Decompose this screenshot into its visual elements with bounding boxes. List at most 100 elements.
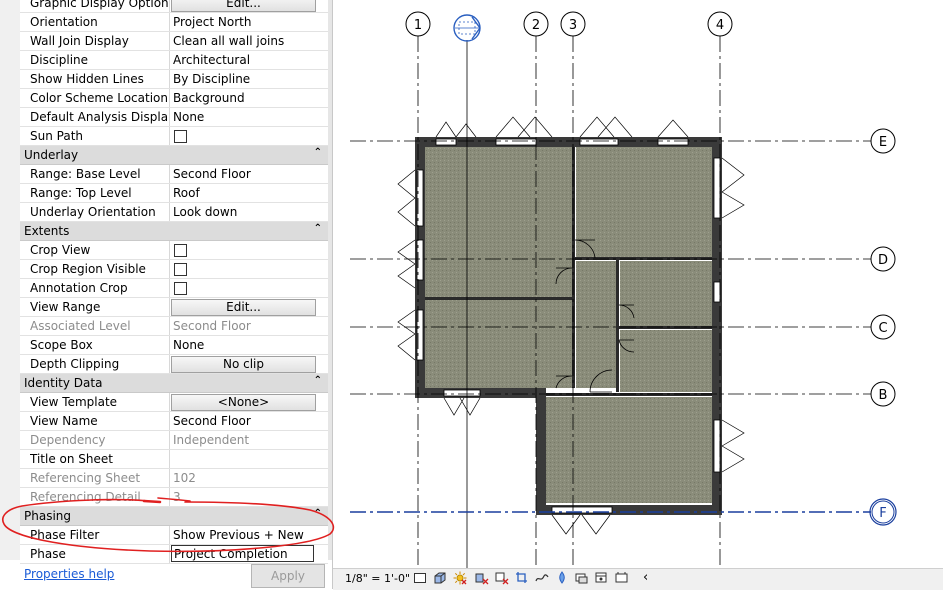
property-row-crop-view: Crop View xyxy=(20,241,328,260)
property-value-cell[interactable]: Clean all wall joins xyxy=(169,32,329,50)
property-value-cell[interactable]: Edit... xyxy=(169,298,329,316)
collapse-chevrons-icon[interactable]: ⌃ xyxy=(314,147,322,158)
group-header-identity-data[interactable]: Identity Data ⌃ xyxy=(20,374,328,393)
property-label: Crop Region Visible xyxy=(30,262,146,276)
graphic-display-options-button[interactable]: Edit... xyxy=(171,0,316,12)
property-value-cell[interactable]: Second Floor xyxy=(169,165,329,183)
property-value: None xyxy=(173,110,205,124)
property-row-title-on-sheet: Title on Sheet xyxy=(20,450,328,469)
property-row-view-name: View Name Second Floor xyxy=(20,412,328,431)
temporary-hide-icon[interactable] xyxy=(575,571,589,585)
property-row-scope-box: Scope Box None xyxy=(20,336,328,355)
property-row-sun-path: Sun Path xyxy=(20,127,328,146)
properties-help-link[interactable]: Properties help xyxy=(24,567,114,581)
grid-head-e[interactable]: E xyxy=(870,128,896,154)
visual-style-icon[interactable] xyxy=(433,571,447,585)
group-header-extents[interactable]: Extents ⌃ xyxy=(20,222,328,241)
grid-head-f[interactable]: F xyxy=(869,498,897,526)
property-value: 102 xyxy=(173,471,196,485)
collapse-chevrons-icon[interactable]: ⌃ xyxy=(314,223,322,234)
property-label: Dependency xyxy=(30,433,106,447)
grid-label-1: 1 xyxy=(414,18,422,33)
rendering-dialog-icon[interactable] xyxy=(495,571,509,585)
property-value-cell[interactable]: Second Floor xyxy=(169,412,329,430)
depth-clipping-button[interactable]: No clip xyxy=(171,356,316,373)
property-value-cell: Independent xyxy=(169,431,329,449)
grid-head-d[interactable]: D xyxy=(870,246,896,272)
red-freehand-circle xyxy=(2,497,335,553)
apply-button[interactable]: Apply xyxy=(251,564,325,588)
property-row-range-top-level: Range: Top Level Roof xyxy=(20,184,328,203)
property-value-cell[interactable]: Look down xyxy=(169,203,329,221)
property-row-dependency: Dependency Independent xyxy=(20,431,328,450)
properties-palette: Graphic Display Options Edit... Orientatio… xyxy=(0,0,335,589)
property-label: Crop View xyxy=(30,243,91,257)
grid-head-4[interactable]: 4 xyxy=(707,11,733,37)
view-template-button[interactable]: <None> xyxy=(171,394,316,411)
property-label: Underlay Orientation xyxy=(30,205,156,219)
grid-head-2[interactable]: 2 xyxy=(523,11,549,37)
group-header-underlay[interactable]: Underlay ⌃ xyxy=(20,146,328,165)
property-value: None xyxy=(173,338,205,352)
elevation-marker-icon[interactable] xyxy=(453,14,481,42)
property-label: Graphic Display Options xyxy=(30,0,168,10)
property-row-associated-level: Associated Level Second Floor xyxy=(20,317,328,336)
property-row-range-base-level: Range: Base Level Second Floor xyxy=(20,165,328,184)
crop-region-visible-checkbox[interactable] xyxy=(174,263,187,276)
detail-level-icon[interactable] xyxy=(413,571,427,585)
property-value-cell[interactable] xyxy=(169,241,329,259)
property-value-cell[interactable]: Edit... xyxy=(169,0,329,12)
grid-head-c[interactable]: C xyxy=(870,314,896,340)
group-label: Underlay xyxy=(24,148,79,162)
property-value-cell[interactable] xyxy=(169,127,329,145)
properties-table: Graphic Display Options Edit... Orientatio… xyxy=(20,0,328,564)
grid-label-d: D xyxy=(878,253,888,268)
property-value: Architectural xyxy=(173,53,251,67)
property-value-cell[interactable] xyxy=(169,450,329,468)
palette-scrollbar[interactable] xyxy=(328,0,332,560)
sun-path-icon[interactable] xyxy=(453,571,467,585)
property-row-show-hidden-lines: Show Hidden Lines By Discipline xyxy=(20,70,328,89)
property-label: View Name xyxy=(30,414,98,428)
property-value-cell[interactable]: No clip xyxy=(169,355,329,373)
property-row-default-analysis-display: Default Analysis Display ... None xyxy=(20,108,328,127)
property-value-cell[interactable]: Roof xyxy=(169,184,329,202)
show-crop-region-icon[interactable] xyxy=(535,571,549,585)
view-control-bar: 1/8" = 1'-0" ‹ xyxy=(333,568,943,590)
property-value-cell[interactable] xyxy=(169,260,329,278)
property-value-cell[interactable]: <None> xyxy=(169,393,329,411)
crop-view-checkbox[interactable] xyxy=(174,244,187,257)
property-value-cell[interactable] xyxy=(169,279,329,297)
grid-head-1[interactable]: 1 xyxy=(405,11,431,37)
property-row-color-scheme-location: Color Scheme Location Background xyxy=(20,89,328,108)
property-value-cell[interactable]: None xyxy=(169,336,329,354)
view-scale[interactable]: 1/8" = 1'-0" xyxy=(345,572,410,585)
collapse-chevrons-icon[interactable]: ⌃ xyxy=(314,375,322,386)
sun-path-checkbox[interactable] xyxy=(174,130,187,143)
collapse-arrow-icon[interactable]: ‹ xyxy=(643,570,648,585)
temporary-view-properties-icon[interactable] xyxy=(615,571,629,585)
grid-label-b: B xyxy=(879,388,888,403)
grid-head-b[interactable]: B xyxy=(870,381,896,407)
property-value-cell[interactable]: None xyxy=(169,108,329,126)
grid-head-3[interactable]: 3 xyxy=(560,11,586,37)
unlocked-3d-view-icon[interactable] xyxy=(555,571,569,585)
annotation-crop-checkbox[interactable] xyxy=(174,282,187,295)
property-value-cell[interactable]: By Discipline xyxy=(169,70,329,88)
view-range-button[interactable]: Edit... xyxy=(171,299,316,316)
property-value: Second Floor xyxy=(173,319,251,333)
property-row-orientation: Orientation Project North xyxy=(20,13,328,32)
shadows-icon[interactable] xyxy=(475,571,489,585)
property-value-cell[interactable]: Architectural xyxy=(169,51,329,69)
property-row-discipline: Discipline Architectural xyxy=(20,51,328,70)
property-label: View Template xyxy=(30,395,118,409)
property-value-cell[interactable]: Background xyxy=(169,89,329,107)
property-value-cell[interactable]: Project North xyxy=(169,13,329,31)
property-row-graphic-display-options: Graphic Display Options Edit... xyxy=(20,0,328,13)
property-row-underlay-orientation: Underlay Orientation Look down xyxy=(20,203,328,222)
floor-plan-canvas[interactable]: 1 2 3 4 E D C B F xyxy=(333,0,943,568)
property-value-cell: 102 xyxy=(169,469,329,487)
property-value: Second Floor xyxy=(173,414,251,428)
reveal-hidden-elements-icon[interactable] xyxy=(595,571,609,585)
crop-view-icon[interactable] xyxy=(515,571,529,585)
